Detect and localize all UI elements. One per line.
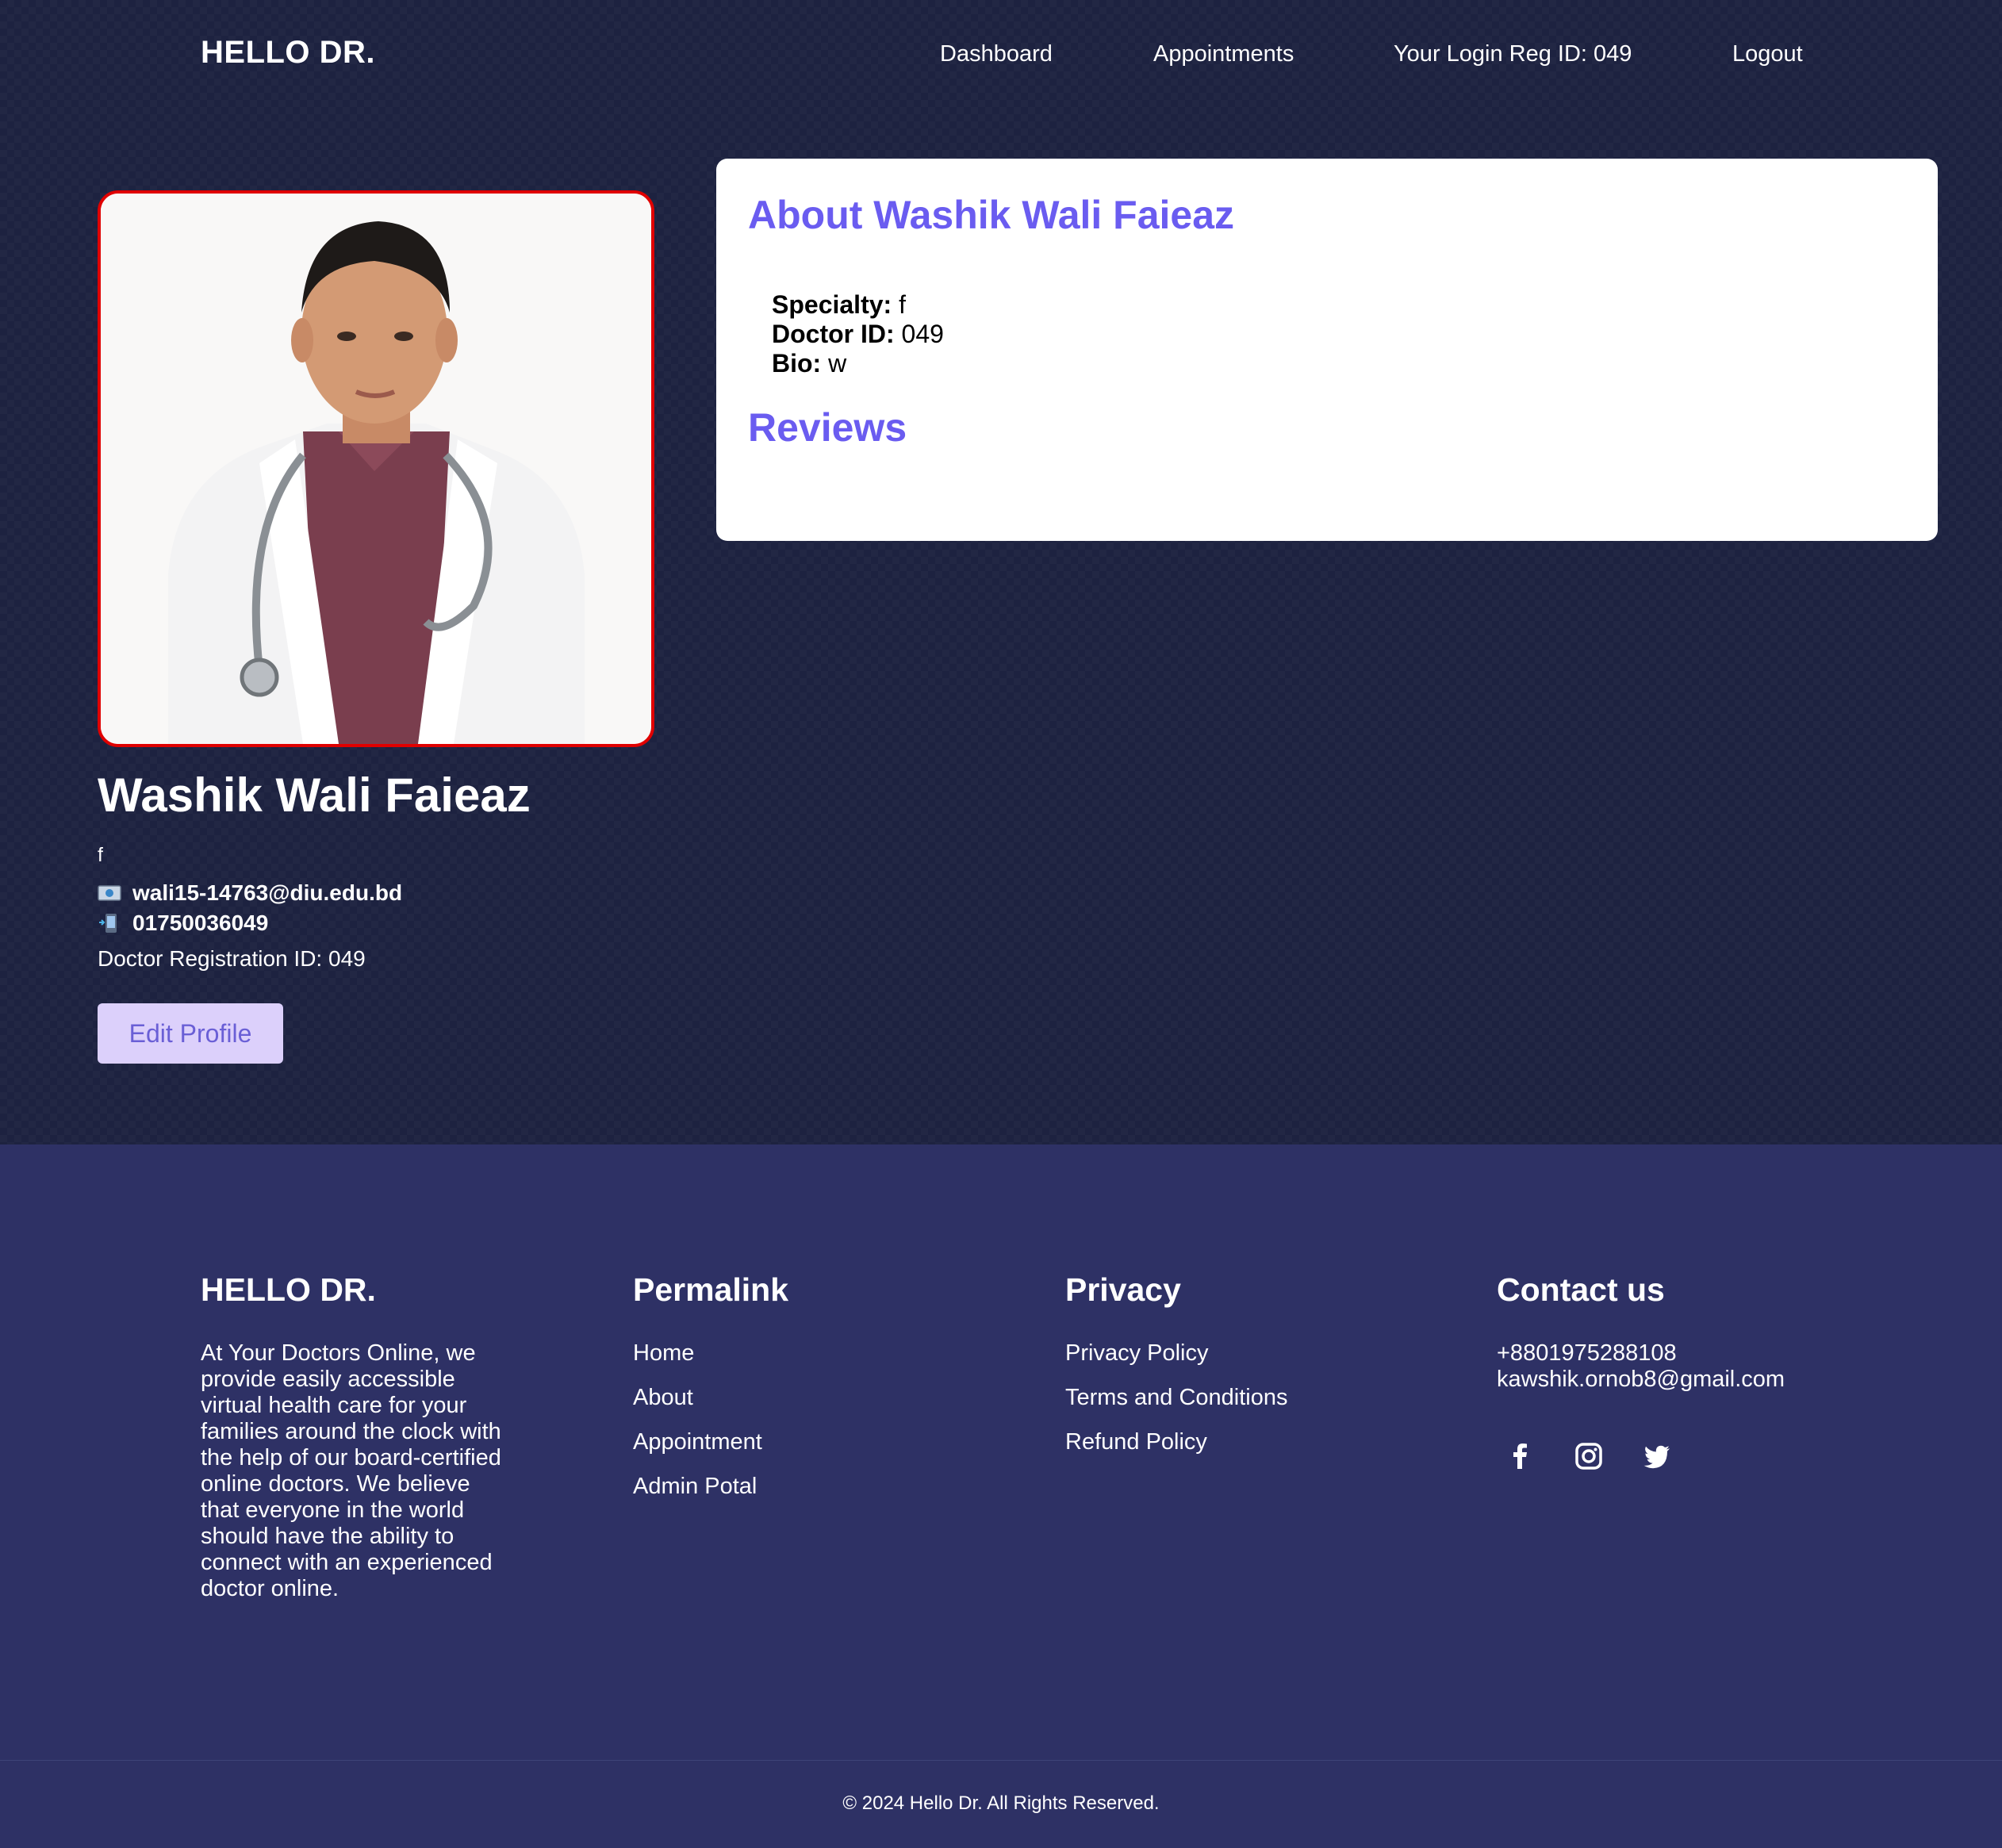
copyright: © 2024 Hello Dr. All Rights Reserved. — [842, 1792, 1160, 1814]
footer-link-admin[interactable]: Admin Potal — [633, 1474, 788, 1500]
edit-profile-button[interactable]: Edit Profile — [98, 1003, 283, 1064]
footer-brand: HELLO DR. — [201, 1271, 376, 1308]
email-icon — [98, 883, 121, 903]
footer-permalink-column: Permalink Home About Appointment Admin P… — [633, 1271, 788, 1518]
contact-phone-row: 01750036049 — [98, 911, 268, 936]
specialty-row: Specialty: f — [772, 290, 944, 320]
twitter-icon[interactable] — [1643, 1442, 1671, 1470]
profile-section: HELLO DR. Dashboard Appointments Your Lo… — [0, 0, 2002, 1144]
about-card: About Washik Wali Faieaz Specialty: f Do… — [716, 159, 1938, 541]
nav-reg-id[interactable]: Your Login Reg ID: 049 — [1394, 41, 1632, 67]
contact-phone[interactable]: 01750036049 — [132, 911, 268, 936]
footer-link-refund[interactable]: Refund Policy — [1065, 1429, 1287, 1455]
footer-privacy-heading: Privacy — [1065, 1271, 1181, 1308]
instagram-icon[interactable] — [1574, 1442, 1603, 1470]
footer-privacy-column: Privacy Privacy Policy Terms and Conditi… — [1065, 1271, 1287, 1474]
footer-contact-heading: Contact us — [1497, 1271, 1665, 1308]
footer-link-home[interactable]: Home — [633, 1340, 788, 1367]
doctor-portrait-image — [101, 194, 651, 744]
specialty-value: f — [899, 290, 906, 319]
phone-icon — [98, 913, 121, 934]
brand-logo[interactable]: HELLO DR. — [201, 35, 375, 71]
footer-link-privacy-policy[interactable]: Privacy Policy — [1065, 1340, 1287, 1367]
doctor-id-row: Doctor ID: 049 — [772, 320, 944, 349]
footer: HELLO DR. At Your Doctors Online, we pro… — [0, 1144, 2002, 1848]
bio-row: Bio: w — [772, 349, 944, 378]
facebook-icon[interactable] — [1506, 1442, 1535, 1470]
bio-label: Bio: — [772, 349, 822, 378]
footer-permalink-heading: Permalink — [633, 1271, 788, 1308]
footer-brand-column: HELLO DR. At Your Doctors Online, we pro… — [201, 1271, 510, 1602]
footer-description: At Your Doctors Online, we provide easil… — [201, 1340, 501, 1601]
footer-link-about[interactable]: About — [633, 1385, 788, 1411]
contact-email[interactable]: wali15-14763@diu.edu.bd — [132, 880, 402, 906]
about-title: About Washik Wali Faieaz — [748, 193, 1235, 237]
doctor-id-value: 049 — [901, 320, 944, 348]
doctor-id-label: Doctor ID: — [772, 320, 895, 348]
footer-link-terms[interactable]: Terms and Conditions — [1065, 1385, 1287, 1411]
doctor-registration-id: Doctor Registration ID: 049 — [98, 946, 366, 971]
reviews-title: Reviews — [748, 405, 907, 450]
footer-contact-phone[interactable]: +8801975288108 — [1497, 1340, 1785, 1367]
nav-appointments[interactable]: Appointments — [1153, 41, 1294, 67]
contact-email-row: wali15-14763@diu.edu.bd — [98, 880, 402, 906]
social-links — [1497, 1442, 1785, 1470]
footer-link-appointment[interactable]: Appointment — [633, 1429, 788, 1455]
doctor-specialty: f — [98, 844, 103, 866]
doctor-photo — [98, 190, 654, 747]
nav-logout[interactable]: Logout — [1732, 41, 1803, 67]
specialty-label: Specialty: — [772, 290, 892, 319]
footer-contact-email[interactable]: kawshik.ornob8@gmail.com — [1497, 1367, 1785, 1393]
doctor-info-list: Specialty: f Doctor ID: 049 Bio: w — [772, 290, 944, 378]
nav-dashboard[interactable]: Dashboard — [940, 41, 1053, 67]
bio-value: w — [828, 349, 847, 378]
footer-divider — [0, 1760, 2002, 1761]
doctor-name: Washik Wali Faieaz — [98, 769, 531, 822]
footer-contact-column: Contact us +8801975288108 kawshik.ornob8… — [1497, 1271, 1785, 1470]
